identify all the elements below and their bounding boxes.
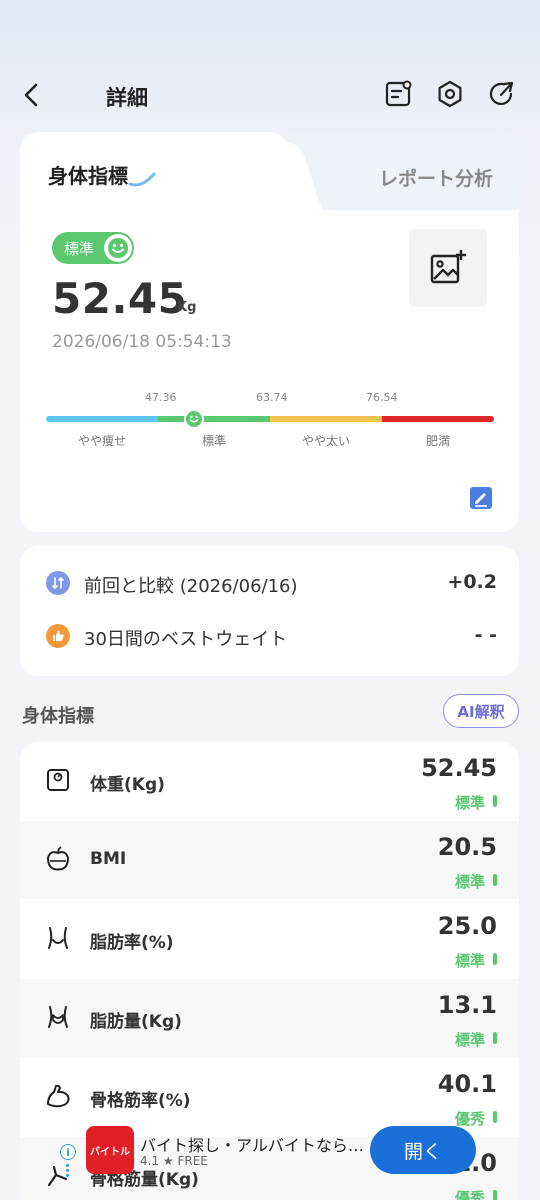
metric-row-weight[interactable]: 体重(Kg) 52.45 標準 [20, 742, 519, 820]
metric-status: 標準 [454, 873, 485, 891]
scale-segment-obese [382, 416, 494, 422]
scale-segment-underweight [46, 416, 158, 422]
settings-hexagon-icon [438, 80, 462, 108]
fat-mass-icon [48, 1006, 68, 1028]
tab-bar: 身体指標 レポート分析 [20, 132, 519, 216]
status-indicator-bar [493, 1190, 497, 1200]
ad-banner[interactable]: i バイトル バイト探し・アルバイトなら… 4.1 ★ FREE 開く [60, 1120, 480, 1182]
metric-name: 骨格筋率(%) [90, 1091, 191, 1111]
status-badge: 標準 [52, 232, 134, 264]
ad-more-icon[interactable] [66, 1164, 70, 1179]
weight-value: 52.45 [52, 274, 188, 323]
scale-label-obese: 肥満 [425, 434, 450, 448]
metric-name: BMI [90, 849, 127, 869]
scale-threshold-3: 76.54 [366, 391, 398, 404]
metric-name: 脂肪率(%) [90, 933, 174, 953]
metric-row-bmi[interactable]: BMI 20.5 標準 [20, 821, 519, 899]
ad-app-logo[interactable]: バイトル [86, 1126, 134, 1174]
best-weight-row[interactable]: 30日間のベストウェイト - - [20, 616, 519, 656]
record-list-button[interactable] [380, 76, 416, 112]
muscle-icon [47, 1084, 70, 1108]
edit-button[interactable] [469, 486, 493, 510]
tab-underline-swoosh [128, 172, 156, 187]
scale-label-standard: 標準 [201, 434, 226, 448]
smiley-icon [104, 234, 132, 262]
smiley-icon [189, 415, 199, 423]
bmi-apple-icon [46, 846, 70, 871]
ad-title[interactable]: バイト探し・アルバイトなら… [140, 1132, 370, 1156]
edit-pencil-icon [470, 487, 492, 509]
scale-threshold-2: 63.74 [256, 391, 288, 404]
scale-label-overweight: やや太い [301, 434, 350, 448]
compare-arrows-icon [46, 571, 70, 595]
ai-interpretation-button[interactable]: AI解釈 [443, 694, 519, 728]
metric-status: 標準 [454, 1031, 485, 1049]
add-image-icon [430, 250, 466, 284]
settings-button[interactable] [432, 76, 468, 112]
metric-value: 13.1 [437, 991, 497, 1019]
ad-info-icon[interactable]: i [60, 1144, 76, 1160]
metric-name: 脂肪量(Kg) [90, 1012, 182, 1032]
ad-open-button[interactable]: 開く [370, 1126, 476, 1174]
best-weight-label: 30日間のベストウェイト [84, 629, 288, 650]
share-button[interactable] [484, 76, 520, 112]
chevron-left-icon [24, 83, 38, 107]
tab-body-metrics-label[interactable]: 身体指標 [48, 160, 128, 189]
metric-row-body-fat[interactable]: 脂肪率(%) 25.0 標準 [20, 900, 519, 978]
comparison-card: 前回と比較 (2026/06/16) +0.2 30日間のベストウェイト - - [20, 546, 519, 676]
metric-value: 52.45 [421, 754, 497, 782]
ad-rating: 4.1 ★ FREE [140, 1154, 208, 1168]
top-bar: 詳細 [0, 62, 540, 130]
scale-segment-standard [158, 416, 270, 422]
metric-status: 優秀 [454, 1189, 485, 1200]
best-weight-value: - - [474, 624, 497, 646]
metric-name: 体重(Kg) [90, 775, 165, 795]
page-title: 詳細 [106, 86, 148, 110]
metric-row-fat-mass[interactable]: 脂肪量(Kg) 13.1 標準 [20, 979, 519, 1057]
scale-position-marker [184, 409, 204, 429]
add-photo-button[interactable] [409, 229, 487, 307]
status-indicator-bar [493, 795, 497, 807]
document-icon [385, 80, 412, 107]
scale-segment-overweight [270, 416, 382, 422]
status-indicator-bar [493, 1111, 497, 1123]
thumbs-up-icon [46, 624, 70, 648]
metric-value: 40.1 [437, 1070, 497, 1098]
share-arrow-icon [489, 81, 514, 106]
compare-previous-row[interactable]: 前回と比較 (2026/06/16) +0.2 [20, 563, 519, 603]
weight-unit: Kg [177, 300, 197, 315]
scale-threshold-1: 47.36 [145, 391, 177, 404]
metric-status: 標準 [454, 794, 485, 812]
tab-report-analysis[interactable]: レポート分析 [379, 164, 493, 191]
status-indicator-bar [493, 1032, 497, 1044]
body-fat-icon [48, 927, 68, 949]
metric-value: 25.0 [437, 912, 497, 940]
measurement-datetime: 2026/06/18 05:54:13 [52, 332, 232, 352]
body-metrics-card: 身体指標 レポート分析 標準 52.45 Kg 2026/06/18 05:54… [20, 132, 519, 532]
status-indicator-bar [493, 874, 497, 886]
compare-previous-value: +0.2 [447, 571, 497, 593]
metric-value: 20.5 [437, 833, 497, 861]
compare-previous-label: 前回と比較 (2026/06/16) [84, 576, 298, 597]
status-indicator-bar [493, 953, 497, 965]
back-button[interactable] [14, 78, 48, 112]
status-badge-label: 標準 [64, 239, 95, 258]
metric-status: 標準 [454, 952, 485, 970]
metrics-section-title: 身体指標 [22, 706, 94, 727]
scale-label-underweight: やや痩せ [77, 434, 126, 448]
scale-icon [47, 769, 69, 791]
